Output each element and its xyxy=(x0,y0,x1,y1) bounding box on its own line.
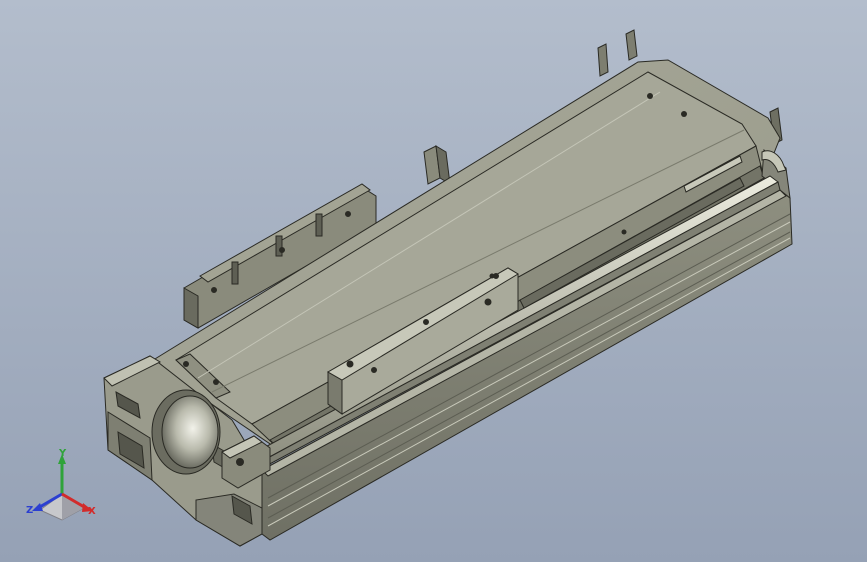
view-orientation-triad[interactable]: Y Z X xyxy=(22,446,104,526)
bore xyxy=(151,389,221,475)
z-axis-arrow-icon xyxy=(32,503,43,511)
cad-model-linear-actuator[interactable] xyxy=(0,0,867,562)
triad-x-label: X xyxy=(88,506,96,517)
graphics-viewport[interactable]: Y Z X xyxy=(0,0,867,562)
triad-z-label: Z xyxy=(26,505,34,516)
sensor-tab xyxy=(423,145,451,185)
triad-y-label: Y xyxy=(59,448,67,459)
